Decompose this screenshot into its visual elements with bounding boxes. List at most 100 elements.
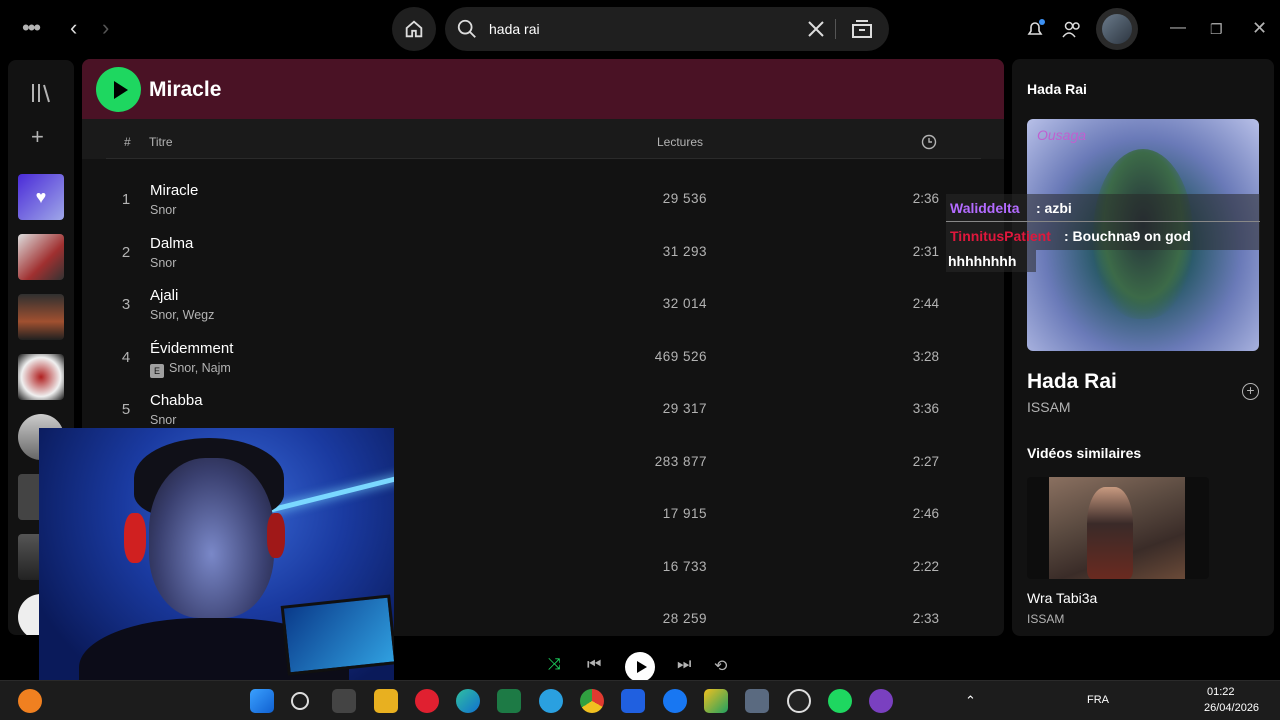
track-artist-line: E Snor, Najm	[150, 361, 231, 378]
track-plays: 283 877	[654, 453, 707, 469]
search-box[interactable]: hada rai	[445, 7, 889, 51]
task-view-icon[interactable]	[332, 689, 356, 713]
track-plays: 29 317	[662, 401, 707, 416]
track-artist[interactable]: Snor	[150, 256, 176, 270]
track-title[interactable]: Évidemment	[150, 340, 233, 357]
maximize-icon[interactable]: ❐	[1210, 19, 1223, 39]
chrome-icon[interactable]	[580, 689, 604, 713]
track-row[interactable]: 3 Ajali Snor, Wegz 32 014 2:44	[82, 279, 1004, 331]
track-duration: 2:36	[912, 191, 939, 206]
track-duration: 2:46	[912, 506, 939, 521]
close-icon[interactable]: ✕	[1252, 18, 1267, 38]
track-artist[interactable]: Snor	[150, 413, 176, 427]
player-play-button[interactable]	[625, 652, 655, 682]
photos-icon[interactable]	[704, 689, 728, 713]
bell-icon[interactable]	[1025, 19, 1045, 39]
clear-icon[interactable]	[807, 20, 825, 38]
calculator-icon[interactable]	[745, 689, 769, 713]
track-title[interactable]: Miracle	[150, 182, 198, 199]
search-icon	[457, 19, 476, 38]
add-icon[interactable]: +	[31, 124, 44, 150]
track-artist[interactable]: Snor, Wegz	[150, 308, 214, 322]
library-item[interactable]	[18, 234, 64, 280]
todo-icon[interactable]	[621, 689, 645, 713]
chat-text: hhhhhhhh	[948, 253, 1017, 269]
track-artist[interactable]: Snor	[150, 203, 176, 217]
clock-date[interactable]: 26/04/2026	[1204, 702, 1259, 714]
track-artist[interactable]: Snor, Najm	[169, 361, 231, 375]
chat-user: Waliddelta	[950, 200, 1020, 216]
user-avatar[interactable]	[1096, 8, 1138, 50]
tray-chevron-icon[interactable]: ⌃	[965, 693, 976, 709]
previous-icon[interactable]: ⏮	[587, 656, 601, 674]
browse-icon[interactable]	[851, 19, 873, 39]
telegram-icon[interactable]	[539, 689, 563, 713]
explicit-badge: E	[150, 363, 164, 378]
col-title[interactable]: Titre	[149, 135, 173, 149]
player-controls: ⤨ ⏮ ⏭ ⟲	[540, 652, 740, 682]
home-button[interactable]	[392, 7, 436, 51]
file-explorer-icon[interactable]	[374, 689, 398, 713]
add-to-library-icon[interactable]: +	[1242, 383, 1259, 400]
forward-icon[interactable]: ›	[102, 17, 109, 39]
track-row[interactable]: 1 Miracle Snor 29 536 2:36	[82, 174, 1004, 226]
video-title[interactable]: Wra Tabi3a	[1027, 590, 1097, 606]
friends-icon[interactable]	[1062, 20, 1082, 38]
track-number: 5	[121, 401, 131, 418]
track-plays: 29 536	[662, 191, 707, 206]
repeat-icon[interactable]: ⟲	[714, 656, 727, 676]
track-artist-line: Snor, Wegz	[150, 308, 214, 322]
chat-text: : Bouchna9 on god	[1064, 228, 1191, 244]
track-number: 2	[121, 243, 131, 261]
track-title[interactable]: Ajali	[150, 287, 178, 304]
col-num: #	[124, 135, 131, 149]
library-item[interactable]	[18, 354, 64, 400]
messenger-icon[interactable]	[663, 689, 687, 713]
track-duration: 2:31	[912, 243, 939, 259]
library-icon[interactable]	[30, 82, 52, 104]
video-artist[interactable]: ISSAM	[1027, 612, 1064, 626]
track-plays: 32 014	[662, 296, 707, 311]
liked-songs[interactable]: ♥	[18, 174, 64, 220]
track-artist[interactable]: ISSAM	[1027, 399, 1071, 415]
play-button[interactable]	[96, 67, 141, 112]
clock-icon	[921, 134, 937, 150]
language-indicator[interactable]: FRA	[1087, 694, 1109, 706]
track-row[interactable]: 4 Évidemment E Snor, Najm 469 526 3:28	[82, 332, 1004, 384]
track-number: 4	[121, 348, 131, 366]
library-item[interactable]	[18, 294, 64, 340]
minimize-icon[interactable]: —	[1170, 18, 1186, 38]
track-number: 1	[121, 191, 131, 208]
more-icon[interactable]: •••	[22, 17, 41, 39]
chat-user: TinnitusPatient	[950, 228, 1051, 244]
chat-message-wrap: hhhhhhhh	[946, 250, 1036, 272]
panel-header: Hada Rai	[1027, 81, 1087, 97]
chat-app-icon[interactable]	[869, 689, 893, 713]
edge-icon[interactable]	[456, 689, 480, 713]
play-icon	[636, 661, 647, 673]
track-duration: 3:36	[912, 401, 939, 416]
track-title[interactable]: Dalma	[150, 235, 193, 252]
excel-icon[interactable]	[497, 689, 521, 713]
obs-icon[interactable]	[787, 689, 811, 713]
track-artist-line: Snor	[150, 203, 176, 217]
next-icon[interactable]: ⏭	[677, 656, 691, 674]
weather-icon[interactable]	[18, 689, 42, 713]
heart-icon: ♥	[35, 186, 47, 207]
spotify-icon[interactable]	[828, 689, 852, 713]
back-icon[interactable]: ‹	[70, 17, 77, 39]
sticky-header: Miracle	[82, 59, 1004, 119]
col-plays[interactable]: Lectures	[657, 135, 703, 149]
video-thumbnail[interactable]	[1027, 477, 1209, 579]
top-bar: ••• ‹ › hada rai — ❐ ✕	[0, 0, 1280, 58]
shuffle-icon[interactable]: ⤨	[548, 656, 561, 674]
track-title[interactable]: Chabba	[150, 392, 203, 409]
track-title[interactable]: Hada Rai	[1027, 370, 1117, 394]
pinterest-icon[interactable]	[415, 689, 439, 713]
clock-time[interactable]: 01:22	[1207, 686, 1235, 698]
now-playing-panel: Hada Rai Ousaga Hada Rai ISSAM + Vidéos …	[1012, 59, 1274, 636]
search-input[interactable]: hada rai	[489, 21, 540, 37]
start-icon[interactable]	[250, 689, 274, 713]
taskbar-search-icon[interactable]	[291, 692, 309, 710]
track-row[interactable]: 2 Dalma Snor 31 293 2:31	[82, 227, 1004, 279]
